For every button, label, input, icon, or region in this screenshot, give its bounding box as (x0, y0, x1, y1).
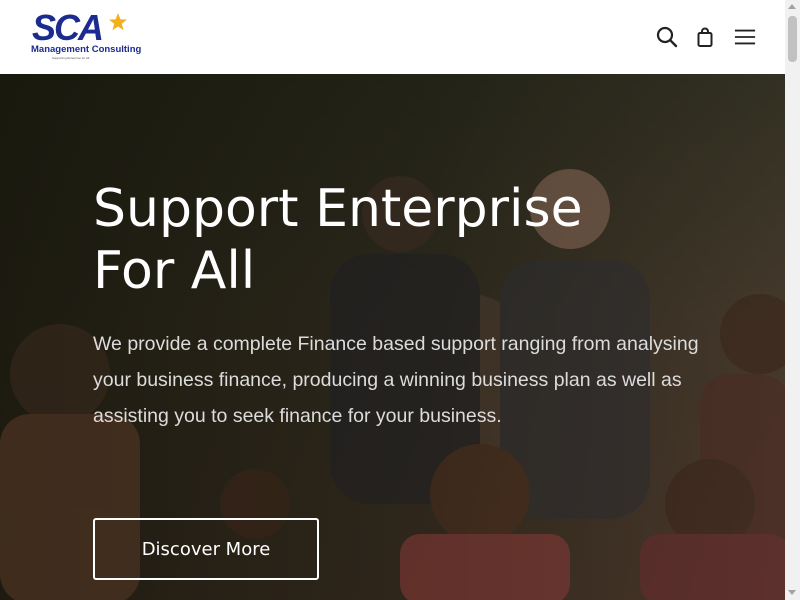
menu-icon[interactable] (734, 26, 756, 48)
logo-tagline: Supporting Enterprise for All (52, 56, 90, 60)
logo-letters: SCA (32, 7, 104, 48)
hero-title-line-1: Support Enterprise (93, 179, 583, 239)
site-header: SCA Management Consulting Supporting Ent… (0, 0, 785, 74)
scroll-down-arrow-icon[interactable] (788, 590, 796, 595)
logo-subtitle: Management Consulting (31, 44, 142, 55)
shopping-bag-icon[interactable] (694, 26, 716, 48)
hero-title: Support Enterprise For All (93, 178, 693, 302)
hero-section: Support Enterprise For All We provide a … (0, 74, 785, 600)
hero-title-line-2: For All (93, 241, 256, 301)
scroll-up-arrow-icon[interactable] (788, 4, 796, 9)
logo-star-icon (109, 13, 127, 31)
sca-logo[interactable]: SCA Management Consulting Supporting Ent… (30, 7, 142, 61)
scrollbar-thumb[interactable] (788, 16, 797, 62)
page-scrollbar[interactable] (785, 0, 800, 600)
hero-description: We provide a complete Finance based supp… (93, 333, 699, 427)
search-icon[interactable] (656, 26, 678, 48)
discover-more-button[interactable]: Discover More (93, 518, 319, 580)
